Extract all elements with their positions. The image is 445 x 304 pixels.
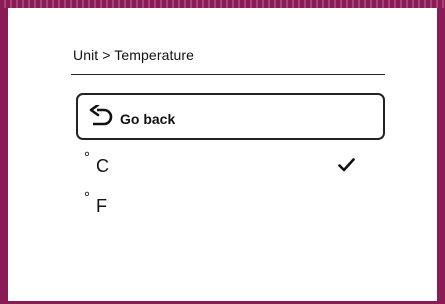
check-icon	[338, 158, 355, 172]
degree-symbol: °	[84, 189, 90, 206]
go-back-label: Go back	[120, 111, 176, 127]
go-back-button[interactable]: Go back	[76, 93, 385, 140]
device-frame	[0, 0, 445, 304]
header-divider	[71, 74, 385, 75]
unit-label-celsius: C	[96, 156, 109, 176]
option-celsius[interactable]: ° C	[76, 149, 385, 185]
breadcrumb: Unit > Temperature	[73, 47, 194, 63]
unit-label-fahrenheit: F	[96, 196, 107, 216]
option-fahrenheit[interactable]: ° F	[76, 189, 385, 225]
undo-arrow-icon	[89, 105, 113, 126]
degree-symbol: °	[84, 149, 90, 166]
